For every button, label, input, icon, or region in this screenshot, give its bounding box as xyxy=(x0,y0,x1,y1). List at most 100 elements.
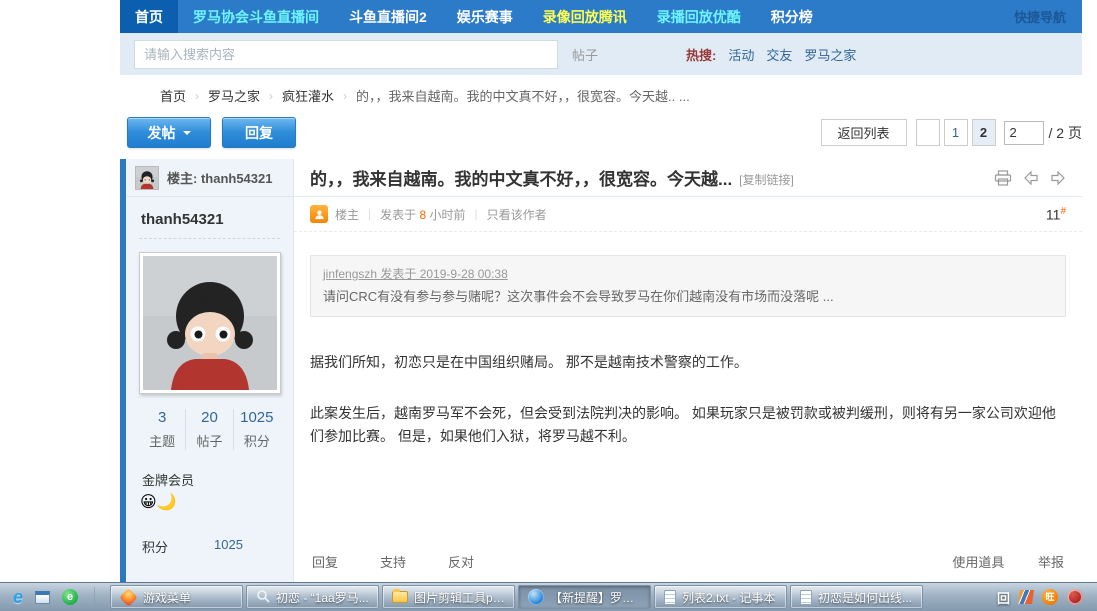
post-paragraph: 此案发生后，越南罗马军不会死，但会受到法院判决的影响。 如果玩家只是被罚款或被判… xyxy=(310,402,1066,448)
nav-item-home[interactable]: 首页 xyxy=(120,0,178,33)
breadcrumb-home[interactable]: 首页 xyxy=(160,86,186,105)
only-author-link[interactable]: 只看该作者 xyxy=(487,206,547,223)
breadcrumb-section[interactable]: 疯狂灌水 xyxy=(282,86,334,105)
post-paragraph: 据我们所知，初恋只是在中国组织赌局。 那不是越南技术警察的工作。 xyxy=(310,351,1066,374)
taskbar-button-notepad-thread[interactable]: 初恋是如何出线... xyxy=(790,585,923,609)
quick-nav-menu[interactable]: 快捷导航 xyxy=(1014,0,1082,33)
post-meta-row: 楼主 | 发表于 8 小时前 | 只看该作者 11# xyxy=(294,197,1082,232)
author-username[interactable]: thanh54321 xyxy=(139,207,280,238)
oppose-action-link[interactable]: 反对 xyxy=(448,552,474,571)
reply-label: 回复 xyxy=(245,123,273,143)
owner-label: 楼主: thanh54321 xyxy=(167,168,272,187)
tray-wangwang-icon[interactable]: 旺 xyxy=(1042,589,1058,605)
post-body: jinfengszh 发表于 2019-9-28 00:38 请问CRC有没有参… xyxy=(294,232,1082,542)
program-window-icon[interactable] xyxy=(35,591,50,604)
taskbar-button-game-menu[interactable]: 游戏菜单 xyxy=(110,585,243,609)
green-browser-icon[interactable]: e xyxy=(62,589,78,605)
report-link[interactable]: 举报 xyxy=(1038,555,1064,570)
divider: | xyxy=(475,207,478,221)
hot-link-activity[interactable]: 活动 xyxy=(728,45,754,64)
game-menu-icon xyxy=(119,588,137,606)
browser-icon xyxy=(528,589,544,605)
search-input[interactable] xyxy=(134,40,558,69)
post-action-right: 使用道具 举报 xyxy=(922,552,1064,571)
breadcrumb-forum[interactable]: 罗马之家 xyxy=(208,86,260,105)
taskbar-button-notepad-list[interactable]: 列表2.txt - 记事本 xyxy=(654,585,787,609)
pager-jump-input[interactable] xyxy=(1004,121,1044,145)
author-avatar[interactable] xyxy=(139,252,281,394)
stat-posts-label: 帖子 xyxy=(186,431,232,450)
tray-books-icon[interactable] xyxy=(1018,590,1034,604)
score-value[interactable]: 1025 xyxy=(214,537,243,556)
taskbar-button-browser-active[interactable]: 【新提醒】罗马... xyxy=(518,585,651,609)
system-tray: 回 旺 xyxy=(997,588,1092,607)
divider: | xyxy=(368,207,371,221)
breadcrumb-separator-icon: › xyxy=(343,89,347,103)
internet-explorer-icon[interactable]: e xyxy=(13,587,23,607)
author-score-row: 积分 1025 xyxy=(139,537,280,556)
owner-mini-avatar[interactable] xyxy=(135,166,159,190)
hot-link-friends[interactable]: 交友 xyxy=(766,45,792,64)
stat-credits[interactable]: 1025 积分 xyxy=(234,409,280,450)
top-navigation: 首页 罗马协会斗鱼直播间 斗鱼直播间2 娱乐赛事 录像回放腾讯 录播回放优酷 积… xyxy=(120,0,1082,33)
pager-page-2-current[interactable]: 2 xyxy=(972,119,996,146)
use-item-link[interactable]: 使用道具 xyxy=(952,555,1004,570)
nav-item-entertainment[interactable]: 娱乐赛事 xyxy=(442,0,528,33)
stat-threads[interactable]: 3 主题 xyxy=(139,409,186,450)
floor-owner-badge-icon xyxy=(310,205,328,223)
nav-item-douyu-live[interactable]: 罗马协会斗鱼直播间 xyxy=(178,0,334,33)
floor-owner-label: 楼主 xyxy=(335,206,359,223)
divider xyxy=(139,238,280,239)
score-label: 积分 xyxy=(142,537,168,556)
back-to-list-button[interactable]: 返回列表 xyxy=(821,119,907,146)
thread-title-bar: 的，，我来自越南。我的中文真不好，，很宽容。今天越... [复制链接] xyxy=(294,159,1082,197)
search-type-select[interactable]: 帖子 xyxy=(572,45,598,64)
search-bar: 帖子 热搜: 活动 交友 罗马之家 xyxy=(120,33,1082,75)
tray-security-icon[interactable] xyxy=(1067,589,1083,605)
nav-item-leaderboard[interactable]: 积分榜 xyxy=(756,0,828,33)
next-thread-icon[interactable] xyxy=(1050,171,1066,185)
post-column: 的，，我来自越南。我的中文真不好，，很宽容。今天越... [复制链接] xyxy=(294,159,1082,584)
stat-threads-label: 主题 xyxy=(139,431,185,450)
magnifier-icon xyxy=(256,589,270,606)
print-icon[interactable] xyxy=(994,170,1012,186)
windows-taskbar: e e 游戏菜单 初恋 - “1aa罗马... 图片剪辑工具pic... 【新提… xyxy=(0,582,1097,611)
new-post-label: 发帖 xyxy=(148,123,176,143)
author-profile: thanh54321 xyxy=(126,197,293,605)
stat-posts[interactable]: 20 帖子 xyxy=(186,409,233,450)
floor-number[interactable]: 11# xyxy=(1046,206,1066,223)
author-sidebar-header: 楼主: thanh54321 xyxy=(126,159,293,197)
quote-text: 请问CRC有没有参与参与赌呢？这次事件会不会导致罗马在你们越南没有市场而没落呢 … xyxy=(323,286,1053,308)
nav-item-replay-youku[interactable]: 录播回放优酷 xyxy=(642,0,756,33)
author-rank: 金牌会员 xyxy=(139,470,280,489)
author-medal-icons: 😀🌙 xyxy=(139,492,280,512)
prev-thread-icon[interactable] xyxy=(1023,171,1039,185)
post-time: 发表于 8 小时前 xyxy=(380,206,465,223)
reply-action-link[interactable]: 回复 xyxy=(312,552,338,571)
tray-grid-icon[interactable]: 回 xyxy=(997,588,1010,607)
new-post-button[interactable]: 发帖 xyxy=(127,117,211,148)
breadcrumb-separator-icon: › xyxy=(269,89,273,103)
support-action-link[interactable]: 支持 xyxy=(380,552,406,571)
breadcrumb-separator-icon: › xyxy=(195,89,199,103)
quick-launch: e e xyxy=(5,587,107,607)
stat-credits-label: 积分 xyxy=(234,431,280,450)
quote-source-link[interactable]: jinfengszh 发表于 2019-9-28 00:38 xyxy=(323,264,1053,284)
nav-item-replay-tencent[interactable]: 录像回放腾讯 xyxy=(528,0,642,33)
folder-icon xyxy=(392,591,408,603)
taskbar-button-search-window[interactable]: 初恋 - “1aa罗马... xyxy=(246,585,379,609)
hot-search-label: 热搜: xyxy=(686,45,716,64)
pager-prev-button[interactable] xyxy=(916,119,940,146)
nav-item-douyu-live2[interactable]: 斗鱼直播间2 xyxy=(334,0,442,33)
reply-button[interactable]: 回复 xyxy=(222,117,296,148)
pagination: 返回列表 1 2 / 2 页 xyxy=(817,119,1082,146)
title-bar-icons xyxy=(994,170,1066,186)
copy-link-button[interactable]: [复制链接] xyxy=(739,171,794,188)
notepad-icon xyxy=(800,590,812,605)
taskbar-button-pic-tool[interactable]: 图片剪辑工具pic... xyxy=(382,585,515,609)
stat-credits-value: 1025 xyxy=(234,409,280,426)
pager-total-pages: / 2 页 xyxy=(1049,123,1082,143)
hot-link-roma-home[interactable]: 罗马之家 xyxy=(804,45,856,64)
pager-page-1[interactable]: 1 xyxy=(944,119,968,146)
thread-title: 的，，我来自越南。我的中文真不好，，很宽容。今天越... xyxy=(310,165,732,190)
